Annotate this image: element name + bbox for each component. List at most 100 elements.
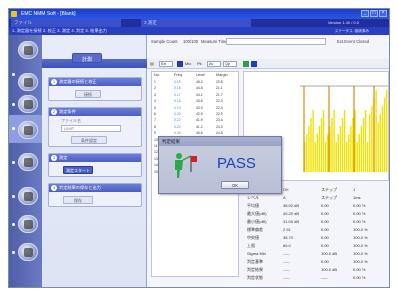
table-cell: 24.0 — [216, 124, 223, 129]
toolbar-menu-icon[interactable]: ▤ — [150, 61, 154, 67]
tab-file[interactable]: ファイル — [11, 19, 121, 27]
table-cell: 22.9 — [216, 112, 223, 116]
result-cell: ----- — [283, 267, 290, 272]
toolbar-pk-label[interactable]: Pk — [197, 61, 202, 67]
result-row: レベル A ステップ 1ms — [247, 195, 387, 202]
maximize-button[interactable]: □ — [370, 10, 378, 17]
nav-save-icon[interactable] — [18, 187, 38, 205]
limit-select[interactable]: LIMIT — [61, 125, 121, 132]
table-cell: 24.5 — [216, 131, 223, 136]
measure-start-button[interactable]: 測定スタート — [63, 166, 93, 174]
connect-button[interactable]: 接続 — [75, 90, 101, 98]
file-name-label: ファイル名 — [61, 118, 81, 123]
spectrum-bar — [310, 118, 312, 172]
table-cell: 43.6 — [196, 99, 203, 104]
result-cell: 38.70 — [283, 235, 294, 240]
result-cell: 判定状態 — [247, 275, 263, 280]
table-cell: 21.1 — [216, 86, 223, 91]
measurement-header: Sample Count 100/100 Measure Time Ext.Ev… — [147, 35, 389, 49]
figure-with-flag-icon — [175, 153, 197, 178]
dialog-ok-button[interactable]: OK — [221, 181, 249, 189]
result-row: 中央値 38.70 0.00 100.0 % — [247, 235, 387, 242]
dialog-title: 判定結果 — [159, 137, 281, 146]
nav-output-icon[interactable] — [18, 215, 38, 233]
toolbar-blue-icon[interactable] — [251, 61, 257, 67]
result-cell: 65.0 — [283, 243, 291, 248]
result-cell: ----- — [283, 259, 290, 264]
table-row[interactable]: 5 0.19 43.0 22.4 — [152, 105, 238, 111]
nav-dot — [12, 73, 15, 76]
nav-judge-icon[interactable] — [18, 153, 38, 171]
result-cell: 100.0 % — [353, 243, 368, 248]
result-cell: 平均値 — [247, 203, 259, 208]
results-panel: 判定OKステップ1レベルAステップ1ms平均値38.92 dB0.000.00 … — [243, 185, 389, 285]
step-save: 4 判定結果の保存と出力 保存 — [48, 183, 142, 207]
nav-dot — [12, 195, 15, 198]
result-cell: 0.00 % — [353, 275, 366, 280]
result-cell: 1 — [353, 187, 356, 192]
tab-measure[interactable]: 3 測定 — [141, 19, 251, 27]
measure-time-label: Measure Time — [201, 39, 228, 44]
table-row[interactable]: 8 0.24 41.2 24.0 — [152, 124, 238, 130]
result-cell: 0.00 — [321, 227, 329, 232]
sample-count-value: 100/100 — [183, 39, 199, 44]
table-cell: 0.16 — [174, 86, 181, 91]
spectrum-bar — [322, 110, 325, 172]
save-button[interactable]: 保存 — [63, 196, 93, 204]
table-cell: 1 — [154, 80, 156, 84]
nav-settings-icon[interactable] — [18, 95, 38, 113]
spectrum-bar — [367, 142, 369, 172]
nav-measure-icon[interactable] — [18, 121, 38, 139]
close-button[interactable]: × — [379, 10, 387, 17]
toolbar-qp-combo[interactable]: Qp — [223, 61, 237, 67]
table-cell: 22.4 — [216, 105, 223, 110]
spectrum-bar — [375, 90, 377, 172]
table-row[interactable]: 3 0.17 44.1 21.7 — [152, 93, 238, 98]
nav-connect-icon[interactable] — [18, 41, 38, 59]
result-cell: 0.00 % — [353, 219, 366, 224]
step-number: 3 — [51, 155, 57, 161]
table-cell: 41.2 — [196, 124, 203, 129]
nav-exit-icon[interactable] — [18, 243, 38, 261]
table-cell: 0.26 — [174, 131, 181, 136]
nav-calibrate-icon[interactable] — [18, 73, 38, 91]
result-row: 判定状態 ----- ----- 0.00 % — [247, 275, 387, 282]
toolbar-color-icon[interactable] — [177, 61, 183, 67]
toolbar-mix-label[interactable]: Mix — [185, 61, 191, 67]
nav-dot — [12, 127, 15, 130]
table-cell: 23.4 — [216, 118, 223, 123]
table-row[interactable]: 1 0.15 45.2 20.8 — [152, 80, 238, 85]
toolbar-ext-combo[interactable]: Ext — [159, 61, 173, 67]
toolbar-av-combo[interactable]: Av — [207, 61, 221, 67]
spectrum-bar — [339, 126, 342, 172]
spectrum-bar — [362, 118, 365, 172]
spectrum-bar — [325, 142, 327, 172]
table-cell: 44.8 — [196, 86, 203, 91]
result-cell: 0.00 % — [353, 267, 366, 272]
spectrum-bar — [377, 122, 379, 172]
step-title-text: 測定器の接続と校正 — [59, 79, 97, 84]
sample-count-label: Sample Count — [151, 39, 178, 44]
table-row[interactable]: 2 0.16 44.8 21.1 — [152, 86, 238, 91]
table-cell: 8 — [154, 124, 156, 129]
condition-setting-button[interactable]: 条件設定 — [71, 136, 107, 144]
spectrum-bar — [341, 118, 344, 172]
nav-rail — [9, 35, 42, 287]
toolbar-green-icon[interactable] — [243, 61, 249, 67]
step-number: 4 — [51, 185, 57, 191]
table-row[interactable]: 7 0.22 41.9 23.4 — [152, 118, 238, 123]
step-title: 2 測定条件 — [49, 108, 141, 116]
spectrum-bar — [385, 90, 388, 172]
table-cell: 6 — [154, 112, 156, 116]
result-row: Sigma Min ----- 100.0 dB 100.0 % — [247, 251, 387, 258]
step-title-text: 測定条件 — [59, 109, 76, 114]
minimize-button[interactable]: _ — [361, 10, 369, 17]
result-cell: 0.00 — [321, 235, 329, 240]
spectrum-bar — [356, 142, 358, 172]
result-cell: 0.00 % — [353, 203, 366, 208]
table-row[interactable]: 4 0.18 43.6 22.0 — [152, 99, 238, 104]
result-cell: 100.0 % — [353, 259, 368, 264]
step-panel: 計測 1 測定器の接続と校正 接続 2 測定条件 ファイル名 LIMIT 条件設… — [42, 35, 147, 287]
spectrum-bar — [343, 110, 346, 172]
table-row[interactable]: 6 0.20 42.5 22.9 — [152, 112, 238, 117]
